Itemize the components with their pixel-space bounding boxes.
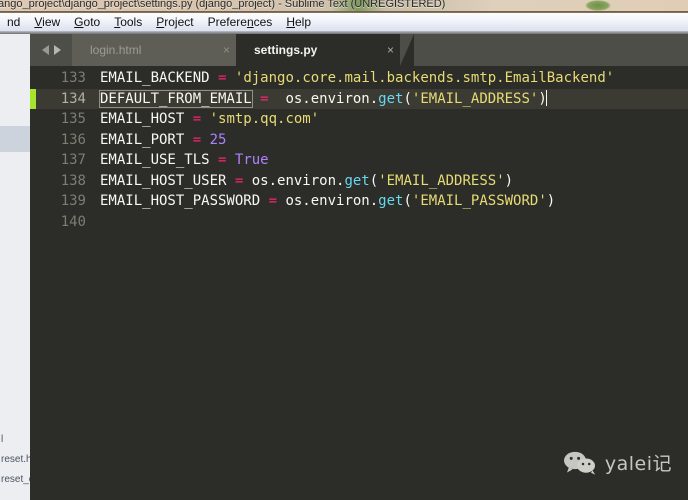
menu-item-goto[interactable]: Goto xyxy=(67,14,107,31)
explorer-file-list[interactable]: l reset.h reset_c xyxy=(0,430,30,490)
code-token: 'EMAIL_ADDRESS' xyxy=(378,172,505,189)
code-token: ( xyxy=(403,91,412,108)
code-token: get xyxy=(378,91,404,108)
code-token: os.environ. xyxy=(285,91,379,108)
close-icon[interactable]: × xyxy=(197,44,230,56)
code-line-140[interactable]: 140 xyxy=(30,212,688,233)
line-number: 140 xyxy=(60,213,86,230)
code-token: 'EMAIL_ADDRESS' xyxy=(411,91,539,108)
chevron-left-icon[interactable] xyxy=(41,45,49,55)
code-token: EMAIL_HOST_USER xyxy=(100,172,235,189)
menubar[interactable]: nd View Goto Tools Project Preferences Help xyxy=(0,13,688,31)
code-token: os.environ. xyxy=(243,172,345,189)
tab-bar: login.html × settings.py × xyxy=(30,34,688,66)
list-item[interactable]: reset_c xyxy=(0,470,30,490)
code-token: EMAIL_PORT xyxy=(100,131,193,148)
wechat-icon xyxy=(563,451,597,475)
code-text[interactable]: DEFAULT_FROM_EMAIL = os.environ.get('EMA… xyxy=(99,90,547,109)
line-number: 133 xyxy=(60,70,86,87)
close-icon[interactable]: × xyxy=(361,44,394,56)
menu-item-preferences[interactable]: Preferences xyxy=(201,14,280,31)
editor-tab-settings-py[interactable]: settings.py × xyxy=(236,34,414,66)
line-number: 136 xyxy=(60,131,86,148)
code-token: 25 xyxy=(209,131,227,148)
code-text[interactable]: EMAIL_BACKEND = 'django.core.mail.backen… xyxy=(100,70,614,86)
explorer-selected-row[interactable] xyxy=(0,126,30,152)
menu-item-view[interactable]: View xyxy=(27,14,67,31)
code-token: 'EMAIL_PASSWORD' xyxy=(411,193,547,210)
code-token: ) xyxy=(504,172,514,189)
code-token: EMAIL_HOST xyxy=(100,111,193,128)
code-editor[interactable]: 133 EMAIL_BACKEND = 'django.core.mail.bac… xyxy=(30,66,688,500)
code-token: = xyxy=(192,131,202,148)
code-token: get xyxy=(378,193,404,210)
code-line-139[interactable]: 139 EMAIL_HOST_PASSWORD = os.environ.get(… xyxy=(30,191,688,212)
list-item[interactable]: reset.h xyxy=(0,450,30,470)
code-line-133[interactable]: 133 EMAIL_BACKEND = 'django.core.mail.bac… xyxy=(30,68,688,89)
sublime-text-window: login.html × settings.py × 133 EMAIL_BACKEND… xyxy=(30,34,688,500)
code-text[interactable]: EMAIL_USE_TLS = True xyxy=(100,152,269,168)
gutter-change-marker xyxy=(30,88,36,109)
screen: l reset.h reset_c ango_project\django_pr… xyxy=(0,0,688,500)
code-token: = xyxy=(268,193,278,210)
selected-token: DEFAULT_FROM_EMAIL xyxy=(99,90,253,109)
editor-tab-login-html[interactable]: login.html × xyxy=(72,34,250,66)
code-token: = xyxy=(260,91,269,108)
code-token: EMAIL_HOST_PASSWORD xyxy=(100,193,269,210)
code-text[interactable]: EMAIL_HOST = 'smtp.qq.com' xyxy=(100,111,319,127)
menu-item-tools[interactable]: Tools xyxy=(107,14,149,31)
menu-item-project[interactable]: Project xyxy=(149,14,200,31)
text-cursor xyxy=(545,90,547,107)
code-token: EMAIL_USE_TLS xyxy=(100,152,219,169)
code-line-134[interactable]: 134 DEFAULT_FROM_EMAIL = os.environ.get('… xyxy=(30,88,688,109)
code-token: 'django.core.mail.backends.smtp.EmailBac… xyxy=(234,70,615,87)
code-line-138[interactable]: 138 EMAIL_HOST_USER = os.environ.get('EMA… xyxy=(30,171,688,192)
code-token: 'smtp.qq.com' xyxy=(209,111,320,128)
code-token: True xyxy=(234,152,269,169)
code-token: ( xyxy=(369,172,379,189)
code-text[interactable]: EMAIL_HOST_USER = os.environ.get('EMAIL_… xyxy=(100,173,513,189)
code-text[interactable]: EMAIL_HOST_PASSWORD = os.environ.get('EM… xyxy=(100,193,555,209)
code-line-135[interactable]: 135 EMAIL_HOST = 'smtp.qq.com' xyxy=(30,109,688,130)
code-token: get xyxy=(344,172,370,189)
code-token: ( xyxy=(403,193,412,210)
line-number: 139 xyxy=(60,193,86,210)
watermark: yalei记 xyxy=(563,449,672,476)
code-token: ) xyxy=(546,193,556,210)
code-text[interactable]: EMAIL_PORT = 25 xyxy=(100,132,226,148)
tab-label: settings.py xyxy=(254,43,318,57)
line-number: 138 xyxy=(60,172,86,189)
tab-bar-filler xyxy=(400,34,688,66)
menu-item-help[interactable]: Help xyxy=(279,14,318,31)
line-number: 135 xyxy=(60,111,86,128)
code-token: EMAIL_BACKEND xyxy=(100,70,219,87)
code-token: = xyxy=(192,111,202,128)
line-number: 137 xyxy=(60,152,86,169)
code-line-136[interactable]: 136 EMAIL_PORT = 25 xyxy=(30,130,688,151)
menu-item-nd[interactable]: nd xyxy=(0,14,27,31)
window-title: ango_project\django_project\settings.py … xyxy=(0,0,446,10)
tab-label: login.html xyxy=(90,43,142,57)
tab-nav-arrows[interactable] xyxy=(30,34,72,66)
list-item[interactable]: l xyxy=(0,430,30,450)
code-token: os.environ. xyxy=(277,193,379,210)
chevron-right-icon[interactable] xyxy=(53,45,61,55)
line-number: 134 xyxy=(60,90,86,107)
watermark-text: yalei记 xyxy=(604,453,672,475)
code-line-137[interactable]: 137 EMAIL_USE_TLS = True xyxy=(30,150,688,171)
